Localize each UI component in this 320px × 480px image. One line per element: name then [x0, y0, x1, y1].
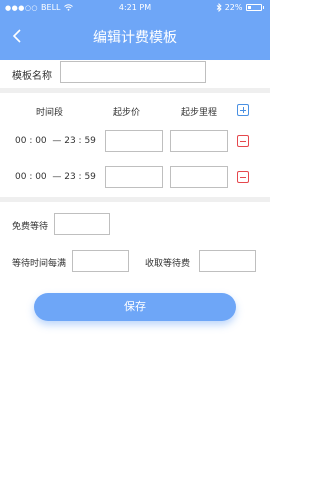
remove-row-icon[interactable]: [237, 171, 249, 183]
template-name-row: 模板名称: [0, 60, 270, 90]
time-range-text[interactable]: 00 : 00 — 23 : 59: [15, 172, 96, 182]
divider: [0, 88, 270, 93]
start-price-input[interactable]: [105, 166, 163, 188]
add-row-icon[interactable]: [237, 104, 249, 116]
divider: [0, 197, 270, 202]
time-range-text[interactable]: 00 : 00 — 23 : 59: [15, 136, 96, 146]
page-title: 编辑计费模板: [93, 30, 177, 46]
status-bar: ●●●○○ BELL 4:21 PM 22%: [0, 0, 270, 16]
battery-percent: 22%: [224, 3, 243, 12]
battery-icon: [245, 4, 262, 11]
bluetooth-icon: [216, 3, 222, 12]
nav-bar: 编辑计费模板: [0, 18, 270, 54]
start-mileage-input[interactable]: [170, 166, 228, 188]
wait-interval-label: 等待时间每满: [12, 259, 67, 269]
header-bar: ●●●○○ BELL 4:21 PM 22% 编辑计费模板: [0, 0, 270, 60]
save-button[interactable]: 保存: [34, 293, 236, 321]
header-start-price: 起步价: [113, 108, 141, 118]
template-name-label: 模板名称: [12, 71, 52, 82]
wait-interval-input[interactable]: [72, 250, 129, 272]
header-start-mileage: 起步里程: [181, 108, 218, 118]
start-price-input[interactable]: [105, 130, 163, 152]
free-wait-input[interactable]: [54, 213, 110, 235]
wait-fee-label: 收取等待费: [145, 259, 191, 269]
remove-row-icon[interactable]: [237, 135, 249, 147]
free-wait-label: 免费等待: [12, 222, 49, 232]
start-mileage-input[interactable]: [170, 130, 228, 152]
header-time-range: 时间段: [36, 108, 64, 118]
wait-fee-input[interactable]: [199, 250, 256, 272]
template-name-input[interactable]: [60, 61, 206, 83]
